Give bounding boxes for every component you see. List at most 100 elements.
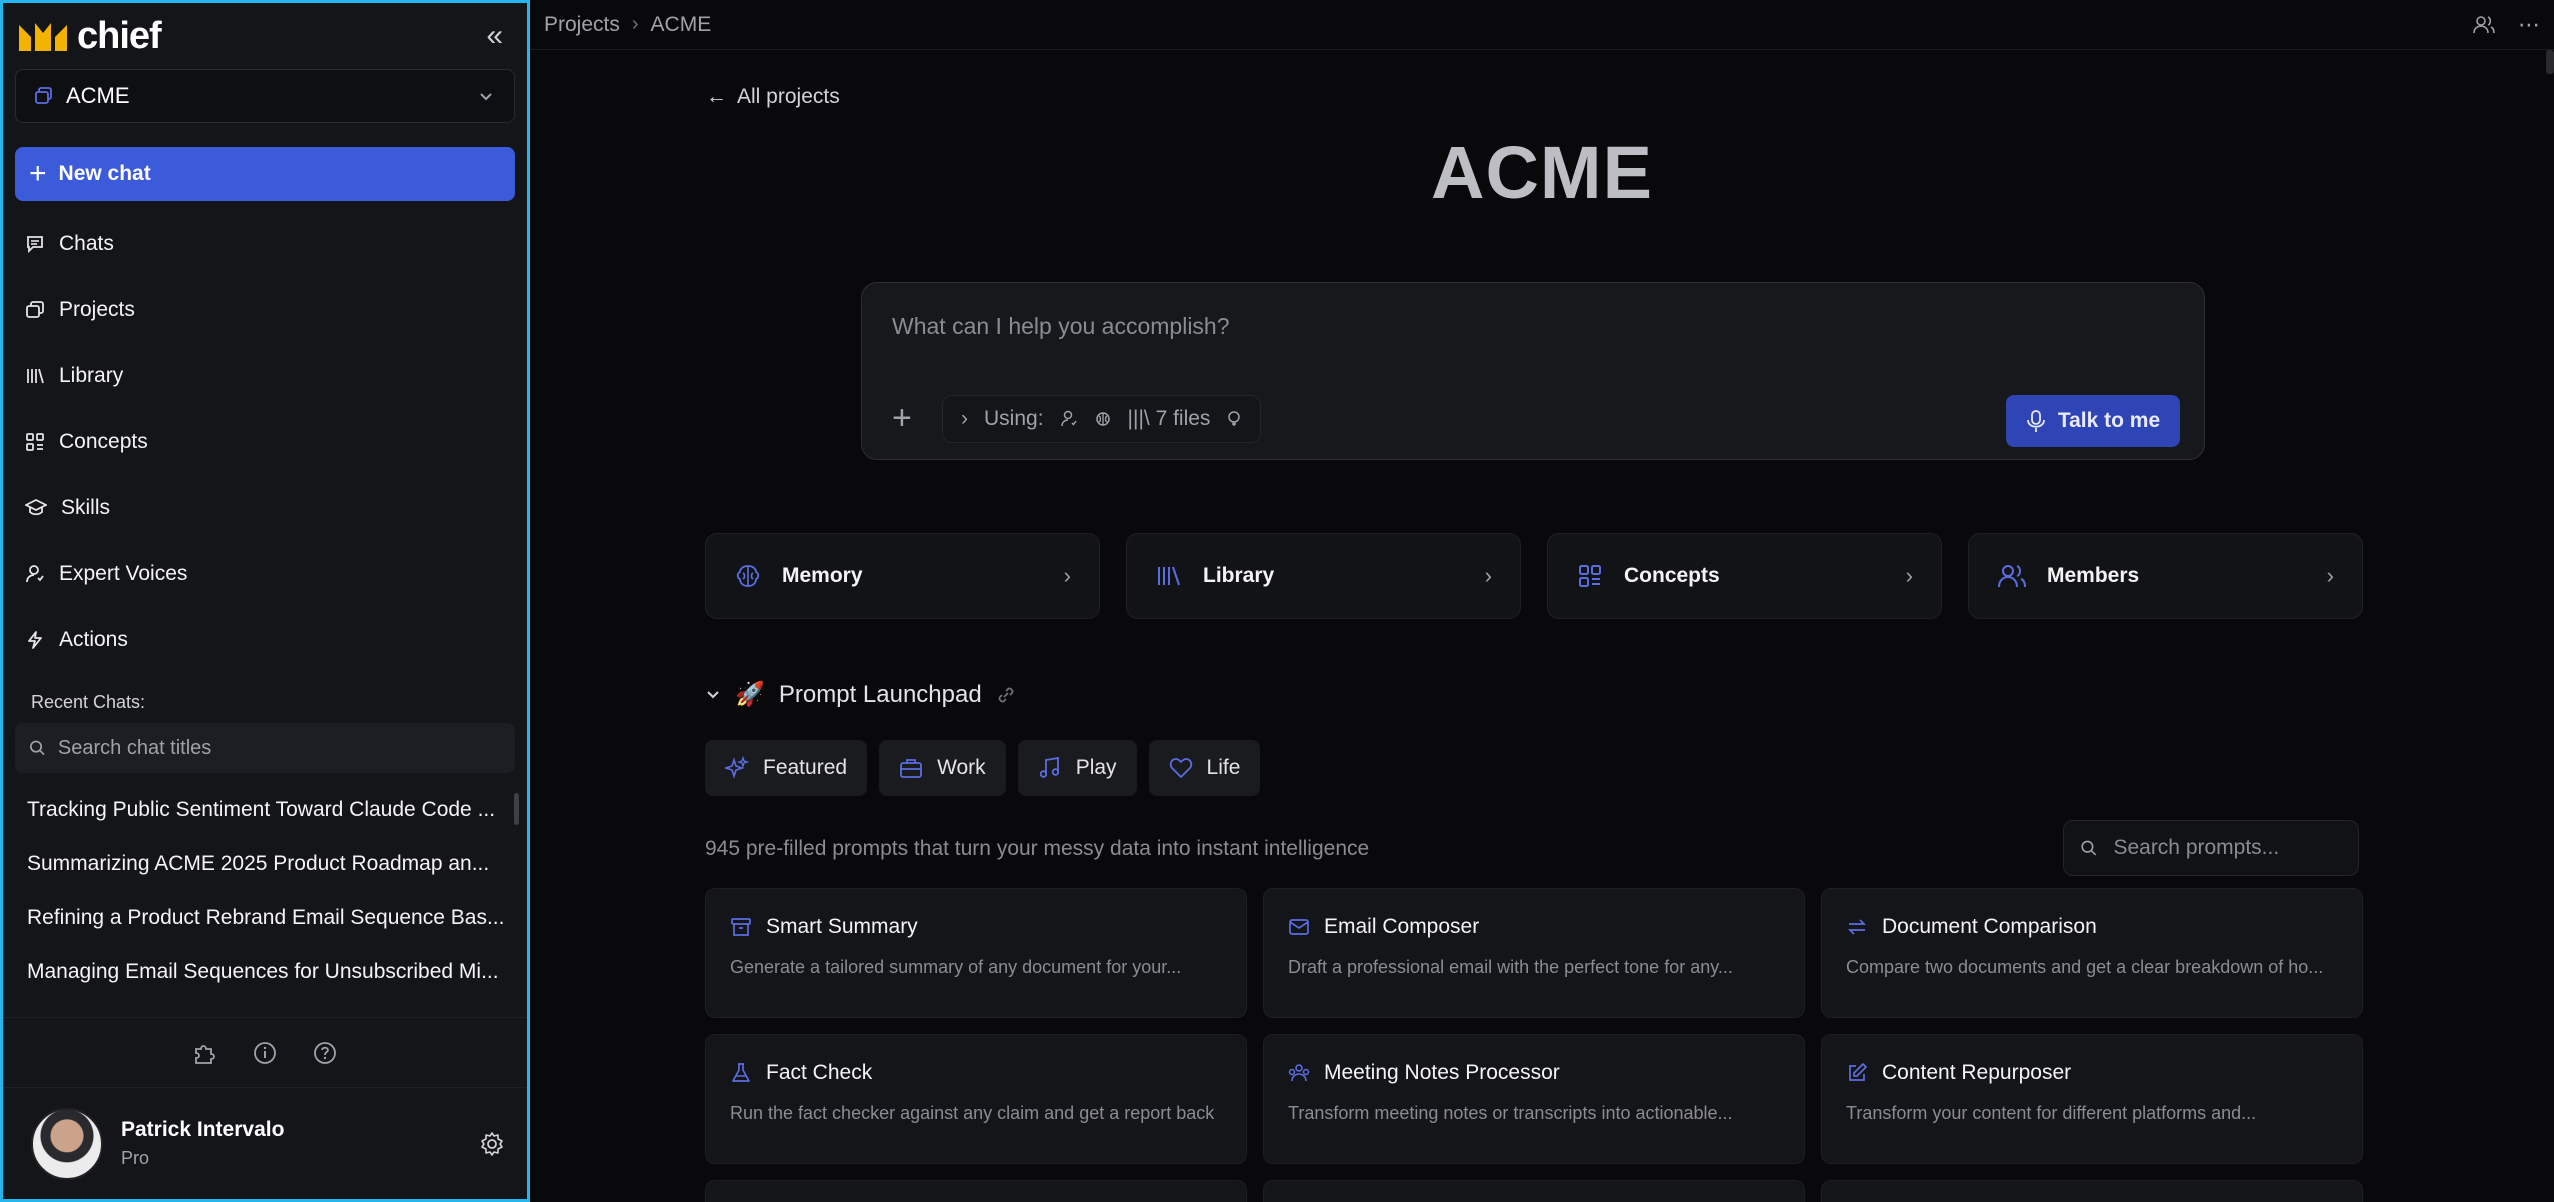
concepts-grid-icon — [26, 433, 44, 451]
card-description: Transform meeting notes or transcripts i… — [1288, 1103, 1733, 1123]
card-title-text: Content Repurposer — [1882, 1061, 2072, 1084]
new-chat-button[interactable]: + New chat — [15, 147, 515, 201]
sidebar-header: chief « — [3, 3, 527, 69]
quick-link-label: Memory — [782, 564, 863, 587]
prompt-search-field[interactable] — [2063, 820, 2359, 876]
user-plan: Pro — [121, 1148, 150, 1168]
members-icon[interactable] — [2472, 14, 2496, 36]
new-chat-label: New chat — [58, 162, 151, 185]
prompt-card-fact-check[interactable]: Fact Check Run the fact checker against … — [705, 1034, 1247, 1164]
main-scrollbar[interactable] — [2546, 50, 2554, 74]
card-description: Compare two documents and get a clear br… — [1846, 957, 2324, 977]
link-icon[interactable] — [996, 685, 1016, 705]
user-voice-icon — [1060, 410, 1077, 427]
prompt-launchpad-header[interactable]: 🚀 Prompt Launchpad — [705, 680, 1016, 709]
prompt-search-input[interactable] — [2113, 836, 2342, 860]
card-description: Transform your content for different pla… — [1846, 1103, 2257, 1123]
more-options-icon[interactable]: ⋯ — [2518, 12, 2540, 38]
sidebar-utility-icons — [3, 1017, 527, 1087]
using-label: Using: — [984, 407, 1044, 430]
talk-to-me-button[interactable]: Talk to me — [2006, 395, 2180, 447]
chevron-right-icon: › — [1905, 563, 1913, 588]
recent-chats-label: Recent Chats: — [31, 691, 146, 712]
puzzle-icon[interactable] — [192, 1040, 218, 1066]
project-selector[interactable]: ACME — [15, 69, 515, 123]
prompt-input[interactable] — [892, 313, 1792, 353]
meeting-group-icon — [1288, 1064, 1310, 1082]
help-icon[interactable] — [312, 1040, 338, 1066]
search-icon — [2081, 840, 2097, 856]
prompt-card-content-repurposer[interactable]: Content Repurposer Transform your conten… — [1821, 1034, 2363, 1164]
chat-search-field[interactable] — [15, 723, 515, 773]
brain-icon — [1095, 412, 1110, 426]
envelope-icon — [1289, 919, 1309, 935]
chat-search-input[interactable] — [57, 736, 501, 760]
recent-chats-list: Tracking Public Sentiment Toward Claude … — [3, 783, 527, 1017]
library-icon — [1158, 566, 1180, 586]
tab-play[interactable]: Play — [1017, 740, 1137, 796]
context-using-toggle[interactable]: › Using: |||\ 7 files — [942, 395, 1262, 443]
info-icon[interactable] — [252, 1040, 278, 1066]
plus-icon: + — [29, 157, 47, 190]
crown-logo-icon — [19, 21, 67, 51]
tab-life[interactable]: Life — [1148, 740, 1261, 796]
rocket-icon: 🚀 — [735, 681, 765, 708]
card-title-text: Email Composer — [1324, 915, 1480, 938]
card-title: Smart Summary — [730, 915, 1222, 939]
prompt-count-text: 945 pre-filled prompts that turn your me… — [705, 837, 1370, 860]
quick-link-library[interactable]: Library › — [1126, 533, 1521, 619]
breadcrumb-projects[interactable]: Projects — [544, 13, 620, 37]
sidebar-item-chats[interactable]: Chats — [3, 211, 527, 277]
sidebar-item-label: Projects — [59, 298, 135, 321]
recent-chat-item[interactable]: Refining a Product Rebrand Email Sequenc… — [3, 891, 527, 945]
talk-label: Talk to me — [2057, 409, 2161, 432]
sidebar-item-skills[interactable]: Skills — [3, 475, 527, 541]
prompt-card-email-composer[interactable]: Email Composer Draft a professional emai… — [1263, 888, 1805, 1018]
quick-link-concepts[interactable]: Concepts › — [1547, 533, 1942, 619]
prompt-card-document-comparison[interactable]: Document Comparison Compare two document… — [1821, 888, 2363, 1018]
sidebar-item-projects[interactable]: Projects — [3, 277, 527, 343]
gear-icon[interactable] — [479, 1131, 505, 1157]
recent-chats-scrollbar[interactable] — [514, 793, 519, 825]
prompt-card-meeting-notes-processor[interactable]: Meeting Notes Processor Transform meetin… — [1263, 1034, 1805, 1164]
pencil-square-icon — [1849, 1063, 1867, 1081]
chevron-right-icon: › — [961, 407, 968, 430]
sidebar-item-library[interactable]: Library — [3, 343, 527, 409]
user-name: Patrick Intervalo — [121, 1118, 285, 1141]
user-profile: Patrick Intervalo Pro — [3, 1087, 527, 1199]
user-voice-icon — [26, 565, 44, 583]
prompt-card-smart-summary[interactable]: Smart Summary Generate a tailored summar… — [705, 888, 1247, 1018]
recent-chat-item[interactable]: Summarizing ACME 2025 Product Roadmap an… — [3, 837, 527, 891]
collapse-sidebar-icon[interactable]: « — [486, 21, 503, 51]
tab-work[interactable]: Work — [879, 740, 1006, 796]
tab-label: Featured — [763, 756, 848, 779]
prompt-composer: + › Using: |||\ 7 files Talk to me — [861, 282, 2205, 460]
sidebar-item-expert-voices[interactable]: Expert Voices — [3, 541, 527, 607]
sidebar-item-actions[interactable]: Actions — [3, 607, 527, 673]
prompt-card-partial[interactable] — [1263, 1180, 1805, 1202]
quick-link-label: Library — [1203, 564, 1275, 587]
sparkles-icon — [725, 756, 749, 779]
quick-link-members[interactable]: Members › — [1968, 533, 2363, 619]
prompt-card-partial[interactable] — [1821, 1180, 2363, 1202]
recent-chat-item[interactable]: Managing Email Sequences for Unsubscribe… — [3, 945, 527, 999]
files-count: 7 files — [1155, 407, 1211, 430]
tab-featured[interactable]: Featured — [705, 740, 868, 796]
sidebar-item-label: Library — [59, 364, 124, 387]
card-description: Generate a tailored summary of any docum… — [730, 957, 1182, 977]
prompt-card-partial[interactable] — [705, 1180, 1247, 1202]
all-projects-link[interactable]: ← All projects — [706, 85, 840, 109]
arrow-left-icon: ← — [706, 85, 727, 108]
chat-bubble-icon — [27, 236, 43, 254]
folders-icon — [35, 87, 52, 104]
recent-chat-item[interactable]: Tracking Public Sentiment Toward Claude … — [3, 783, 527, 837]
page-title: ACME — [1431, 131, 1653, 214]
chevron-down-icon — [707, 690, 719, 698]
quick-link-memory[interactable]: Memory › — [705, 533, 1100, 619]
sidebar-item-concepts[interactable]: Concepts — [3, 409, 527, 475]
logo[interactable]: chief — [19, 15, 162, 58]
members-icon — [1998, 565, 2026, 588]
attach-plus-icon[interactable]: + — [892, 401, 912, 435]
sidebar: chief « ACME + New chat Chats Projects L… — [0, 0, 530, 1202]
avatar[interactable] — [31, 1107, 103, 1180]
